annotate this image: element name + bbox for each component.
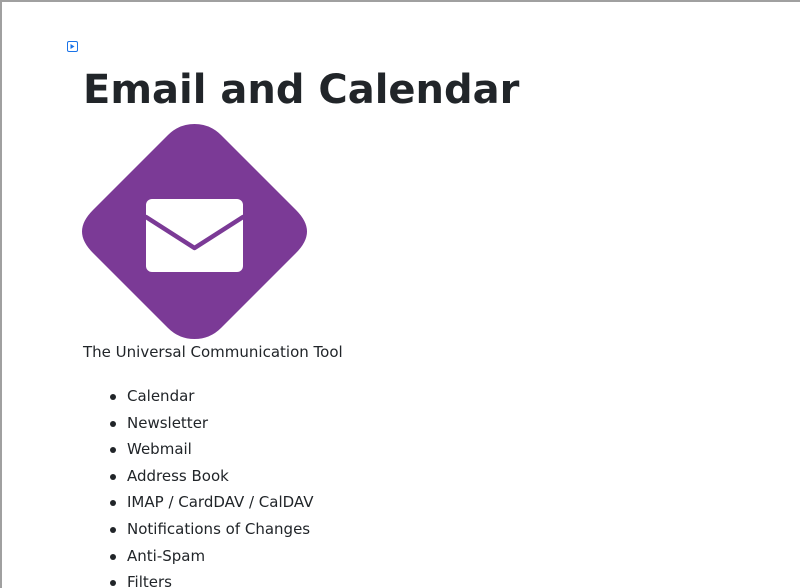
- list-item: Address Book: [83, 463, 313, 490]
- page-title: Email and Calendar: [83, 67, 520, 113]
- envelope-icon: [82, 124, 307, 339]
- bullet-icon: [110, 420, 116, 427]
- feature-label: Anti-Spam: [127, 546, 206, 565]
- feature-label: Address Book: [127, 466, 229, 485]
- feature-label: Filters: [127, 573, 172, 588]
- list-item: Calendar: [83, 383, 313, 410]
- content-frame: Email and Calendar The Universal Communi…: [0, 0, 800, 588]
- list-item: Webmail: [83, 436, 313, 463]
- feature-label: Notifications of Changes: [127, 519, 311, 538]
- feature-label: Calendar: [127, 387, 195, 405]
- expand-toggle-icon[interactable]: [67, 41, 78, 52]
- bullet-icon: [110, 580, 116, 587]
- bullet-icon: [110, 394, 116, 400]
- bullet-icon: [110, 473, 116, 480]
- list-item: Newsletter: [83, 410, 313, 437]
- bullet-icon: [110, 553, 116, 560]
- list-item: Notifications of Changes: [83, 516, 313, 543]
- bullet-icon: [110, 447, 116, 454]
- list-item: Anti-Spam: [83, 543, 313, 570]
- app-logo: [82, 124, 307, 339]
- tagline: The Universal Communication Tool: [83, 343, 343, 361]
- list-item: IMAP / CardDAV / CalDAV: [83, 489, 313, 516]
- feature-label: Webmail: [127, 440, 192, 459]
- feature-label: Newsletter: [127, 413, 209, 432]
- bullet-icon: [110, 526, 116, 533]
- feature-list: Calendar Newsletter Webmail Address Book…: [83, 383, 313, 588]
- bullet-icon: [110, 500, 116, 507]
- feature-label: IMAP / CardDAV / CalDAV: [127, 493, 314, 512]
- list-item: Filters: [83, 569, 313, 588]
